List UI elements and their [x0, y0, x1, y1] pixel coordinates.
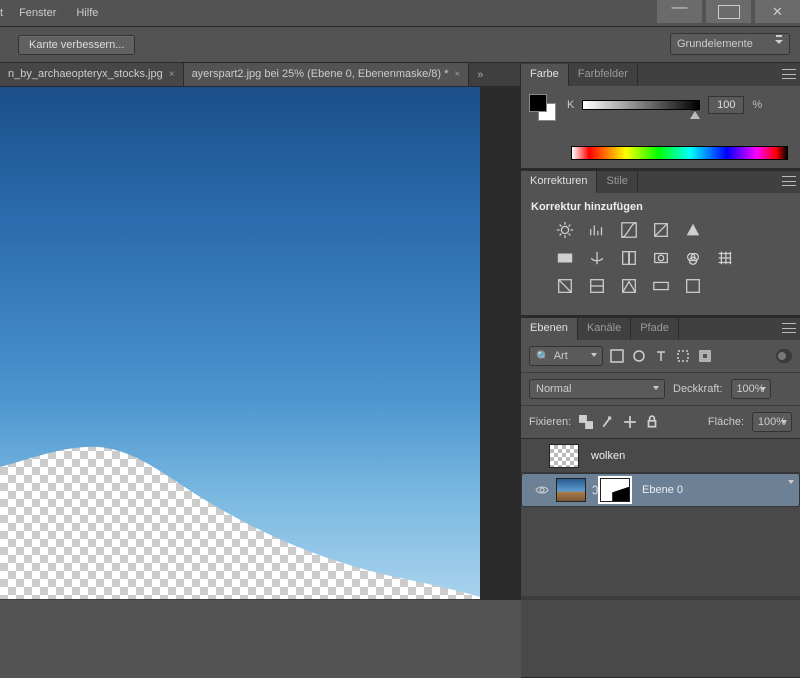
status-bar [521, 596, 800, 600]
workspace-label: Grundelemente [677, 38, 753, 50]
lock-label: Fixieren: [529, 416, 571, 428]
opacity-label: Deckkraft: [673, 383, 723, 395]
tab-channels[interactable]: Kanäle [578, 318, 631, 340]
filter-toggle[interactable] [776, 349, 792, 363]
mask-link-icon[interactable] [590, 485, 600, 495]
foreground-color[interactable] [529, 94, 547, 112]
mask-thumbnail[interactable] [600, 478, 630, 502]
menu-bar: t Fenster Hilfe — ✕ [0, 0, 800, 27]
layer-list-empty [521, 507, 800, 677]
color-lookup-icon[interactable] [715, 249, 735, 267]
options-bar: Kante verbessern... Grundelemente [0, 27, 800, 63]
layers-panel: Ebenen Kanäle Pfade 🔍 Art Normal Dec [521, 318, 800, 678]
canvas[interactable] [0, 87, 480, 599]
layer-name[interactable]: Ebene 0 [634, 484, 683, 496]
posterize-icon[interactable] [587, 277, 607, 295]
channel-mixer-icon[interactable] [683, 249, 703, 267]
tab-styles[interactable]: Stile [597, 171, 637, 193]
slider-thumb-icon[interactable] [690, 110, 700, 119]
filter-type-icon[interactable] [653, 348, 669, 364]
workspace-selector[interactable]: Grundelemente [670, 33, 790, 55]
menu-help[interactable]: Hilfe [66, 1, 108, 25]
vibrance-icon[interactable] [683, 221, 703, 239]
tabs-overflow-icon[interactable]: » [469, 63, 491, 86]
lock-position-icon[interactable] [623, 414, 637, 430]
tab-adjustments[interactable]: Korrekturen [521, 171, 597, 193]
filter-kind-label: Art [554, 350, 568, 362]
refine-edge-button[interactable]: Kante verbessern... [18, 35, 135, 55]
tab-paths[interactable]: Pfade [631, 318, 679, 340]
fill-label: Fläche: [708, 416, 744, 428]
filter-pixel-icon[interactable] [609, 348, 625, 364]
panel-menu-icon[interactable] [782, 323, 796, 333]
lock-pixels-icon[interactable] [601, 414, 615, 430]
document-tab-active[interactable]: ayerspart2.jpg bei 25% (Ebene 0, Ebenenm… [184, 63, 470, 86]
tab-label: ayerspart2.jpg bei 25% (Ebene 0, Ebenenm… [192, 68, 449, 80]
layer-name[interactable]: wolken [583, 450, 625, 462]
layer-list: wolken Ebene 0 [521, 439, 800, 677]
document-area: n_by_archaeopteryx_stocks.jpg × ayerspart… [0, 63, 520, 600]
maximize-button[interactable] [706, 0, 751, 23]
layer-thumbnail[interactable] [556, 478, 586, 502]
panel-menu-icon[interactable] [782, 176, 796, 186]
close-button[interactable]: ✕ [755, 0, 800, 23]
panel-dock: Farbe Farbfelder K % [520, 63, 800, 600]
document-tab-inactive[interactable]: n_by_archaeopteryx_stocks.jpg × [0, 63, 184, 86]
fg-bg-swatches[interactable] [529, 94, 557, 122]
visibility-toggle[interactable] [528, 485, 556, 495]
search-icon: 🔍 [536, 350, 550, 363]
tab-layers[interactable]: Ebenen [521, 318, 578, 340]
filter-adjust-icon[interactable] [631, 348, 647, 364]
blend-mode-label: Normal [536, 383, 571, 395]
lock-transparency-icon[interactable] [579, 414, 593, 430]
adjustments-title: Korrektur hinzufügen [531, 201, 790, 213]
exposure-icon[interactable] [651, 221, 671, 239]
filter-smart-icon[interactable] [697, 348, 713, 364]
opacity-input[interactable]: 100% [731, 379, 771, 399]
blend-mode-select[interactable]: Normal [529, 379, 665, 399]
curves-icon[interactable] [619, 221, 639, 239]
selective-color-icon[interactable] [683, 277, 703, 295]
hue-sat-icon[interactable] [555, 249, 575, 267]
photo-filter-icon[interactable] [651, 249, 671, 267]
fill-value: 100% [758, 416, 786, 428]
document-tabs: n_by_archaeopteryx_stocks.jpg × ayerspart… [0, 63, 520, 87]
spectrum-ramp[interactable] [571, 146, 788, 160]
filter-kind-select[interactable]: 🔍 Art [529, 346, 603, 366]
color-panel: Farbe Farbfelder K % [521, 64, 800, 169]
window-controls: — ✕ [653, 0, 800, 23]
opacity-value: 100% [736, 383, 764, 395]
invert-icon[interactable] [555, 277, 575, 295]
tab-color[interactable]: Farbe [521, 64, 569, 86]
canvas-padding [480, 87, 520, 600]
masked-transparency [0, 419, 480, 599]
menu-truncated[interactable]: t [0, 1, 9, 25]
lock-all-icon[interactable] [645, 414, 659, 430]
percent-label: % [752, 99, 762, 111]
panel-menu-icon[interactable] [782, 69, 796, 79]
adjustments-panel: Korrekturen Stile Korrektur hinzufügen [521, 171, 800, 316]
filter-shape-icon[interactable] [675, 348, 691, 364]
levels-icon[interactable] [587, 221, 607, 239]
color-balance-icon[interactable] [587, 249, 607, 267]
k-label: K [567, 99, 574, 111]
layer-row[interactable]: wolken [521, 439, 800, 473]
tab-label: n_by_archaeopteryx_stocks.jpg [8, 68, 163, 80]
k-slider[interactable] [582, 100, 700, 110]
canvas-area[interactable] [0, 87, 520, 600]
brightness-icon[interactable] [555, 221, 575, 239]
minimize-button[interactable]: — [657, 0, 702, 23]
k-value-input[interactable] [708, 96, 744, 114]
close-icon[interactable]: × [169, 69, 175, 80]
menu-window[interactable]: Fenster [9, 1, 66, 25]
layer-row-selected[interactable]: Ebene 0 [521, 473, 800, 507]
layer-thumbnail[interactable] [549, 444, 579, 468]
threshold-icon[interactable] [619, 277, 639, 295]
close-icon[interactable]: × [454, 69, 460, 80]
gradient-map-icon[interactable] [651, 277, 671, 295]
tab-swatches[interactable]: Farbfelder [569, 64, 638, 86]
black-white-icon[interactable] [619, 249, 639, 267]
fill-input[interactable]: 100% [752, 412, 792, 432]
